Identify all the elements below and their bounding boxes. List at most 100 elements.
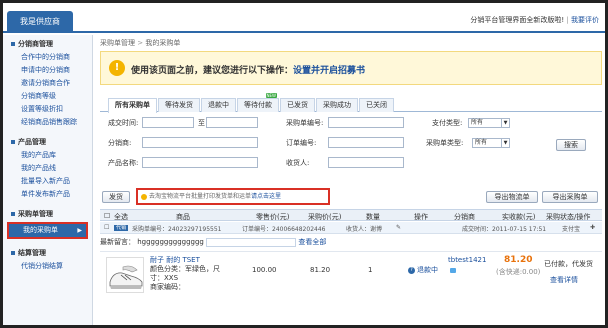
col-quantity: 数量: [366, 213, 380, 221]
main-content: 采购单管理 > 我的采购单 ! 使用该页面之前，建议您进行以下操作：设置并开启招…: [96, 35, 603, 325]
sidebar-item[interactable]: 邀请分销商合作: [3, 77, 92, 90]
sidebar-item[interactable]: 分销商等级: [3, 90, 92, 103]
pay-type-label: 支付类型:: [432, 119, 463, 127]
col-retail-price: 零售价(元): [256, 213, 290, 221]
col-distributor: 分销商: [454, 213, 475, 221]
order-header: ☐ 代销 采购单编号：24023297195551 订单编号：240066482…: [100, 222, 602, 234]
order-number-label: 订单编号:: [286, 139, 317, 147]
click-here-link[interactable]: 请点击这里: [251, 193, 281, 200]
sidebar-item-my-purchase-orders[interactable]: 我的采购单 ▶: [7, 222, 88, 239]
distributor-input[interactable]: [142, 137, 258, 148]
chevron-right-icon: ▶: [77, 227, 82, 234]
sidebar-section-title: 分销商管理: [3, 35, 92, 51]
order-status: 已付款，代发货: [544, 260, 593, 268]
top-bar: 我是供应商 分销平台管理界面全新改版啦! | 我要评价: [3, 3, 605, 33]
info-icon: [141, 193, 147, 200]
receiver-label: 收货人:: [286, 159, 310, 167]
col-product: 商品: [176, 213, 190, 221]
item-color: 颜色分类：军绿色，尺: [150, 265, 220, 273]
tip-box: ! 使用该页面之前，建议您进行以下操作：设置并开启招募书: [100, 51, 602, 85]
header-notice[interactable]: 分销平台管理界面全新改版啦!: [470, 16, 564, 24]
product-name-input[interactable]: [142, 157, 258, 168]
setup-recruitment-link[interactable]: 设置并开启招募书: [293, 66, 365, 76]
col-purchase-price: 采购价(元): [308, 213, 342, 221]
po-number-label: 采购单编号:: [286, 119, 324, 127]
tab-closed[interactable]: 已关闭: [359, 98, 394, 112]
product-name-label: 产品名称:: [108, 159, 139, 167]
breadcrumb: 采购单管理 > 我的采购单: [100, 39, 181, 47]
order-number-input[interactable]: [328, 137, 404, 148]
logistics-notice: 去淘宝物流平台批量打印发货单和运单请点击这里: [136, 188, 330, 205]
alipay-tag: 支付宝: [562, 226, 581, 233]
sidebar-item[interactable]: 单件发布新产品: [3, 188, 92, 201]
item-name-link[interactable]: 耐子 耐的 TSET: [150, 256, 200, 265]
distributor-link[interactable]: tbtest1421: [448, 256, 486, 265]
remark-input[interactable]: [206, 237, 297, 247]
action-bar: 发货 去淘宝物流平台批量打印发货单和运单请点击这里 导出物流单 导出采购单: [100, 188, 602, 206]
sidebar-section-title: 产品管理: [3, 133, 92, 149]
chevron-down-icon: ▼: [501, 139, 509, 147]
view-all-link[interactable]: 查看全部: [298, 238, 326, 246]
status-tabs: 所有采购单 等待发货 退款中 等待付款 NEW 已发货 采购成功 已关闭: [100, 93, 602, 113]
pay-type-select[interactable]: 所有 ▼: [468, 118, 510, 128]
tab-success[interactable]: 采购成功: [316, 98, 358, 112]
tab-refunding[interactable]: 退款中: [201, 98, 236, 112]
sidebar-item[interactable]: 设置等级折扣: [3, 103, 92, 116]
sidebar-item[interactable]: 我的产品线: [3, 162, 92, 175]
brand-tab[interactable]: 我是供应商: [7, 11, 73, 33]
order-checkbox[interactable]: ☐: [104, 224, 109, 231]
chat-icon[interactable]: [450, 266, 458, 275]
paid-amount: 81.20: [504, 255, 533, 265]
view-detail-link[interactable]: 查看详情: [550, 276, 578, 285]
tab-shipped[interactable]: 已发货: [280, 98, 315, 112]
tab-awaiting-shipment[interactable]: 等待发货: [158, 98, 200, 112]
remark-label: 最新留言：: [100, 238, 135, 246]
pin-icon[interactable]: ✚: [590, 224, 595, 231]
time-end-input[interactable]: [206, 117, 258, 128]
pencil-icon[interactable]: ✎: [396, 224, 401, 231]
order-number: 订单编号：24006648202446: [242, 226, 326, 233]
breadcrumb-current: 我的采购单: [145, 39, 181, 47]
col-status: 采购状态/操作: [546, 213, 591, 221]
time-label: 成交时间:: [108, 119, 139, 127]
select-all-label: 全选: [114, 213, 128, 221]
deal-time: 成交时间：2011-07-15 17:51: [462, 226, 547, 233]
sidebar-item[interactable]: 我的产品库: [3, 149, 92, 162]
col-operation: 操作: [414, 213, 428, 221]
sidebar-item[interactable]: 申请中的分销商: [3, 64, 92, 77]
sidebar-item[interactable]: 代销分销结算: [3, 260, 92, 273]
sidebar-item[interactable]: 合作中的分销商: [3, 51, 92, 64]
receiver-input[interactable]: [328, 157, 404, 168]
export-po-button[interactable]: 导出采购单: [542, 191, 598, 203]
select-all-checkbox[interactable]: ☐: [104, 212, 110, 220]
item-quantity: 1: [368, 266, 373, 274]
item-merchant-code: 商家编码：: [150, 283, 185, 291]
order-item-row: 耐子 耐的 TSET 颜色分类：军绿色，尺 寸：XXS 商家编码： 100.00…: [100, 251, 602, 325]
search-button[interactable]: 搜索: [556, 139, 586, 151]
po-number-input[interactable]: [328, 117, 404, 128]
ship-button[interactable]: 发货: [102, 191, 130, 203]
item-size: 寸：XXS: [150, 274, 179, 282]
sneaker-icon: [109, 265, 143, 289]
time-start-input[interactable]: [142, 117, 194, 128]
breadcrumb-parent[interactable]: 采购单管理: [100, 39, 135, 47]
lightbulb-icon: !: [109, 60, 125, 76]
sidebar-item[interactable]: 经销商品销售跟踪: [3, 116, 92, 129]
square-icon: [11, 42, 15, 46]
col-paid: 实收款(元): [502, 213, 536, 221]
top-links: 分销平台管理界面全新改版啦! | 我要评价: [470, 16, 599, 24]
po-type-select[interactable]: 所有 ▼: [472, 138, 510, 148]
square-icon: [11, 212, 15, 216]
remark-value: hgggggggggggggg: [137, 238, 204, 246]
tab-awaiting-payment[interactable]: 等待付款 NEW: [237, 93, 279, 112]
sidebar-section-title: 结算管理: [3, 244, 92, 260]
sidebar-item[interactable]: 批量导入新产品: [3, 175, 92, 188]
refund-icon: ?: [408, 266, 415, 274]
tab-all[interactable]: 所有采购单: [108, 98, 157, 113]
feedback-link[interactable]: 我要评价: [571, 16, 599, 24]
distributor-label: 分销商:: [108, 139, 132, 147]
refund-link[interactable]: ? 退款中: [408, 266, 438, 275]
product-thumbnail[interactable]: [106, 257, 144, 293]
export-logistics-button[interactable]: 导出物流单: [486, 191, 538, 203]
chevron-down-icon: ▼: [501, 119, 509, 127]
